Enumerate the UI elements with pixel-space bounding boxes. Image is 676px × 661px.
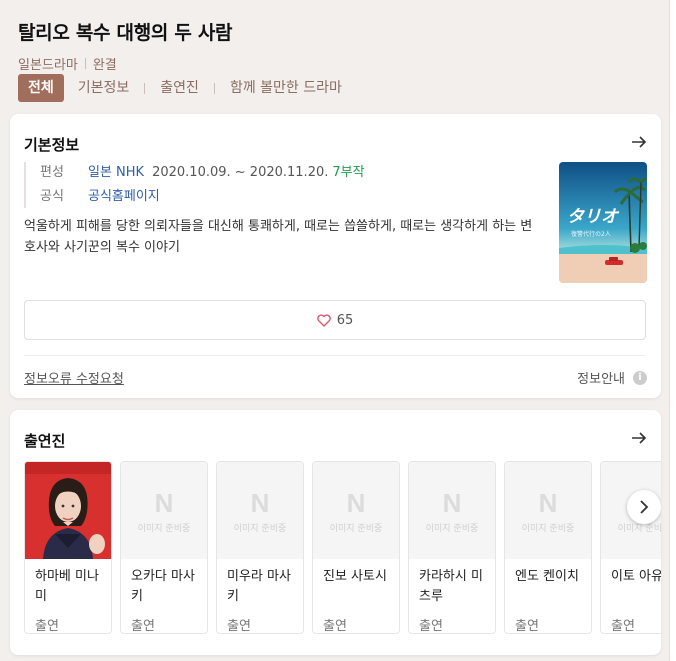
tab-bar: 전체 기본정보 출연진 함께 볼만한 드라마 — [18, 74, 346, 102]
status-label: 완결 — [92, 58, 117, 73]
placeholder-logo: N — [250, 487, 270, 518]
placeholder-text: 이미지 준비중 — [137, 523, 191, 534]
basic-info-title: 기본정보 — [24, 136, 80, 154]
actor-role: 출연 — [611, 619, 635, 634]
cast-member[interactable]: N 이미지 준비중 엔도 켄이치 출연 — [504, 461, 592, 634]
tab-cast[interactable]: 출연진 — [156, 74, 203, 102]
genre-label: 일본드라마 — [18, 58, 78, 73]
cast-member[interactable]: N 이미지 준비중 카라하시 미츠루 출연 — [408, 461, 496, 634]
like-button[interactable]: 65 — [24, 300, 646, 340]
placeholder-logo: N — [538, 487, 558, 518]
image-placeholder: N 이미지 준비중 — [217, 462, 303, 559]
actor-role: 출연 — [419, 619, 443, 634]
actor-role: 출연 — [227, 619, 251, 634]
actor-name: 엔도 켄이치 — [515, 569, 579, 584]
tab-divider — [213, 82, 215, 94]
actor-role: 출연 — [35, 619, 59, 634]
episode-count: 7부작 — [332, 165, 365, 180]
cast-list: 하마베 미나미 출연 N 이미지 준비중 오카다 마사키 출연 N 이미지 준비… — [24, 461, 661, 634]
right-edge — [669, 0, 676, 661]
actor-role: 출연 — [131, 619, 155, 634]
broadcast-channel-link[interactable]: 일본 NHK — [88, 162, 144, 184]
placeholder-text: 이미지 준비중 — [521, 523, 575, 534]
actor-name: 카라하시 미츠루 — [419, 569, 483, 604]
report-error-link[interactable]: 정보오류 수정요청 — [24, 368, 124, 387]
drama-poster[interactable]: タリオ 復讐代行の2人 — [559, 162, 647, 283]
actor-role: 출연 — [323, 619, 347, 634]
image-placeholder: N 이미지 준비중 — [121, 462, 207, 559]
info-guide-label: 정보안내 — [577, 372, 625, 387]
placeholder-text: 이미지 준비중 — [425, 523, 479, 534]
cast-member[interactable]: N 이미지 준비중 미우라 마사키 출연 — [216, 461, 304, 634]
cast-member[interactable]: N 이미지 준비중 진보 사토시 출연 — [312, 461, 400, 634]
placeholder-logo: N — [154, 487, 174, 518]
info-block: 편성 일본 NHK 2020.10.09. ~ 2020.11.20. 7부작 … — [24, 162, 365, 208]
cast-member[interactable]: N 이미지 준비중 이토 아유미 출연 — [600, 461, 661, 634]
actor-name: 이토 아유미 — [611, 569, 661, 584]
image-placeholder: N 이미지 준비중 — [505, 462, 591, 559]
arrow-right-icon[interactable] — [631, 430, 647, 446]
like-count: 65 — [336, 312, 354, 328]
card-divider — [24, 355, 646, 356]
broadcast-dates: 2020.10.09. ~ 2020.11.20. — [152, 165, 329, 180]
cast-card: 출연진 하마베 미나미 출연 N 이미지 준비중 오카다 마사키 출연 N 이미… — [10, 410, 661, 655]
tab-all[interactable]: 전체 — [18, 74, 64, 102]
meta-divider — [84, 58, 86, 69]
page-header: 탈리오 복수 대행의 두 사람 일본드라마 완결 — [18, 18, 658, 73]
info-guide[interactable]: 정보안내 i — [577, 368, 647, 387]
carousel-next-button[interactable] — [627, 490, 661, 524]
tab-recommended[interactable]: 함께 볼만한 드라마 — [226, 74, 346, 102]
info-icon: i — [633, 370, 647, 385]
placeholder-logo: N — [346, 487, 366, 518]
poster-subtitle: 復讐代行の2人 — [571, 230, 611, 238]
image-placeholder: N 이미지 준비중 — [313, 462, 399, 559]
actor-name: 오카다 마사키 — [131, 569, 195, 604]
actor-role: 출연 — [515, 619, 539, 634]
broadcast-label: 편성 — [40, 165, 64, 180]
actor-name: 진보 사토시 — [323, 569, 387, 584]
synopsis-text: 억울하게 피해를 당한 의뢰자들을 대신해 통쾌하게, 때로는 씁쓸하게, 때로… — [24, 219, 533, 255]
cast-member[interactable]: N 이미지 준비중 오카다 마사키 출연 — [120, 461, 208, 634]
tab-divider — [144, 82, 146, 94]
official-homepage-link[interactable]: 공식홈페이지 — [88, 186, 160, 208]
page-title: 탈리오 복수 대행의 두 사람 — [18, 22, 233, 44]
poster-title: タリオ — [567, 207, 620, 227]
broadcast-row: 편성 일본 NHK 2020.10.09. ~ 2020.11.20. 7부작 — [40, 162, 365, 184]
heart-icon — [316, 313, 331, 327]
image-placeholder: N 이미지 준비중 — [409, 462, 495, 559]
actor-name: 미우라 마사키 — [227, 569, 291, 604]
actor-photo — [25, 462, 111, 559]
arrow-right-icon[interactable] — [631, 134, 647, 150]
actor-name: 하마베 미나미 — [35, 569, 99, 604]
chevron-right-icon — [640, 500, 649, 514]
official-row: 공식 공식홈페이지 — [40, 186, 365, 208]
cast-title: 출연진 — [24, 432, 66, 450]
placeholder-text: 이미지 준비중 — [233, 523, 287, 534]
official-label: 공식 — [40, 189, 64, 204]
tab-basic-info[interactable]: 기본정보 — [74, 74, 134, 102]
placeholder-text: 이미지 준비중 — [329, 523, 383, 534]
placeholder-logo: N — [442, 487, 462, 518]
meta-line: 일본드라마 완결 — [18, 54, 658, 73]
basic-info-card: 기본정보 편성 일본 NHK 2020.10.09. ~ 2020.11.20.… — [10, 114, 661, 398]
cast-member[interactable]: 하마베 미나미 출연 — [24, 461, 112, 634]
